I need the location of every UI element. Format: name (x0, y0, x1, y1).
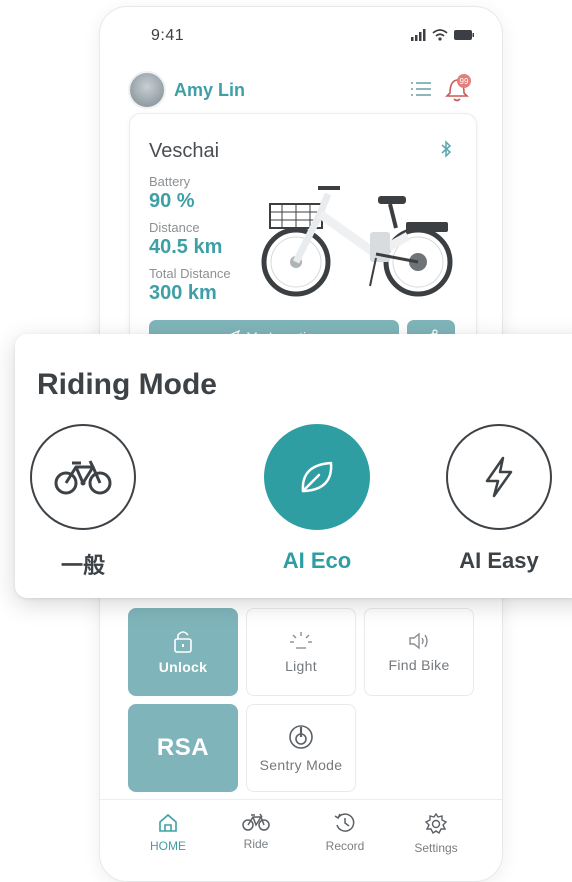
gear-icon (424, 812, 448, 835)
status-icons (410, 29, 474, 41)
riding-mode-panel: Riding Mode 一般 AI Eco AI Easy (15, 334, 572, 598)
battery-label: Battery (149, 174, 191, 189)
unlock-button[interactable]: Unlock (128, 608, 238, 696)
rsa-label: RSA (156, 734, 210, 761)
menu-icon[interactable] (410, 81, 432, 97)
riding-mode-title: Riding Mode (37, 368, 217, 401)
history-icon (334, 813, 355, 832)
mode-ai-eco-button[interactable] (264, 424, 370, 530)
status-time: 9:41 (151, 27, 185, 44)
lightning-icon (485, 456, 513, 498)
battery-value: 90 % (149, 190, 195, 212)
home-icon (159, 813, 177, 832)
tab-record-label: Record (325, 839, 365, 853)
tab-settings[interactable]: Settings (396, 812, 476, 855)
leaf-icon (301, 461, 333, 493)
light-icon (290, 632, 312, 649)
light-button[interactable]: Light (246, 608, 356, 696)
mode-ai-easy-button[interactable] (446, 424, 552, 530)
mode-normal-label: 一般 (60, 553, 105, 578)
bell-icon[interactable]: 99 (444, 73, 472, 103)
tab-home[interactable]: HOME (128, 812, 208, 853)
bicycle-icon (54, 460, 112, 495)
bike-name: Veschai (149, 140, 220, 162)
light-label: Light (285, 658, 317, 674)
bike-card: Veschai Battery 90 % Distance 40.5 km To… (129, 113, 477, 354)
mode-normal-button[interactable] (30, 424, 136, 530)
mode-ai-eco[interactable]: AI Eco (247, 424, 387, 574)
mode-normal[interactable]: 一般 (13, 424, 153, 580)
total-distance-label: Total Distance (149, 266, 231, 281)
mode-ai-easy-label: AI Easy (459, 548, 539, 573)
bicycle-icon (242, 813, 270, 831)
rsa-button[interactable]: RSA (128, 704, 238, 792)
tab-bar: HOME Ride Record Settings (100, 799, 502, 869)
mode-ai-easy[interactable]: AI Easy (429, 424, 569, 574)
tab-settings-label: Settings (414, 841, 458, 855)
signal-icon (411, 29, 426, 41)
distance-value: 40.5 km (149, 236, 223, 258)
tab-record[interactable]: Record (305, 812, 385, 853)
find-bike-button[interactable]: Find Bike (364, 608, 474, 696)
speaker-icon (409, 632, 428, 650)
unlock-label: Unlock (158, 659, 208, 675)
tab-ride-label: Ride (243, 837, 269, 851)
bike-image (261, 186, 453, 297)
sentry-icon (289, 725, 313, 749)
sentry-mode-button[interactable]: Sentry Mode (246, 704, 356, 792)
find-bike-label: Find Bike (388, 657, 450, 673)
sentry-mode-label: Sentry Mode (259, 757, 343, 773)
tab-home-label: HOME (150, 839, 186, 853)
notification-badge: 99 (460, 77, 469, 86)
mode-ai-eco-label: AI Eco (282, 548, 352, 573)
wifi-icon (432, 29, 448, 41)
battery-icon (454, 30, 474, 40)
user-name: Amy Lin (174, 79, 246, 100)
distance-label: Distance (149, 220, 200, 235)
bluetooth-icon[interactable] (440, 140, 452, 158)
user-profile[interactable]: Amy Lin (128, 71, 245, 109)
avatar[interactable] (128, 71, 166, 109)
tab-ride[interactable]: Ride (216, 812, 296, 851)
total-distance-value: 300 km (149, 282, 217, 304)
lock-icon (174, 631, 192, 653)
